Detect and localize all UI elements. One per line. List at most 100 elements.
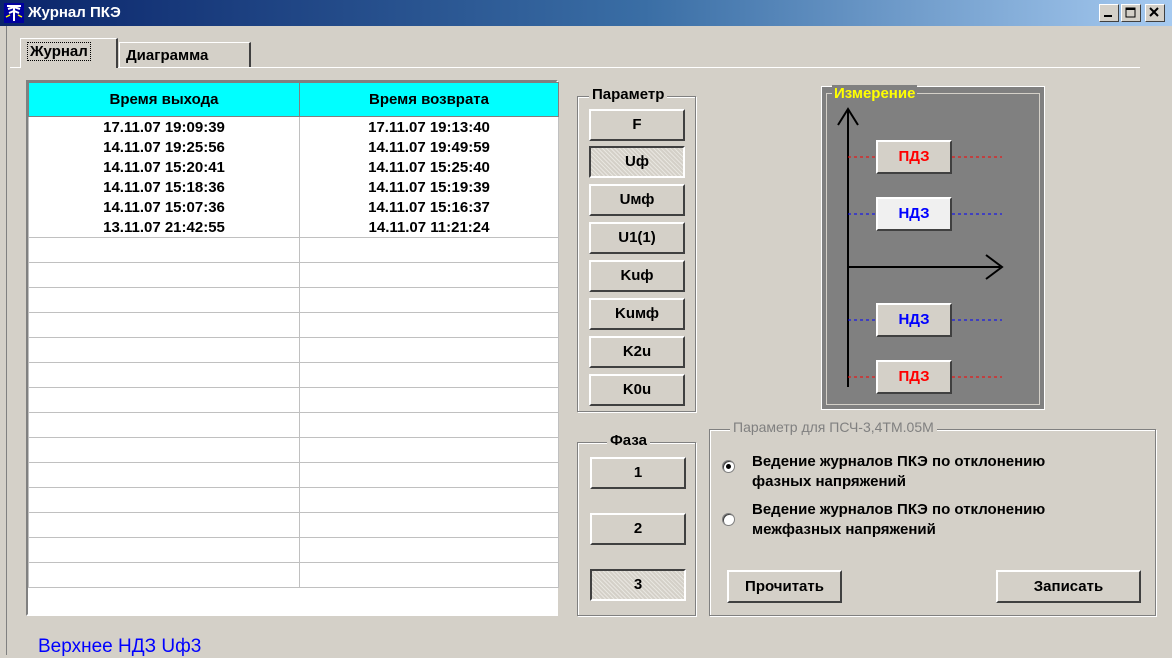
minimize-icon [1104,15,1112,17]
cell-exit-time [28,287,300,313]
cell-return-time [299,537,559,563]
param-button-1[interactable]: Uф [589,146,685,178]
cell-return-time [299,487,559,513]
tab-journal[interactable]: Журнал [20,38,118,68]
param-button-2[interactable]: Uмф [589,184,685,216]
table-row[interactable]: 13.11.07 21:42:55 14.11.07 11:21:24 [28,217,559,238]
cell-return-time: 14.11.07 15:16:37 [299,197,559,217]
cell-exit-time [28,537,300,563]
table-row-empty[interactable] [28,537,559,563]
table-row-empty[interactable] [28,312,559,338]
table-row[interactable]: 14.11.07 19:25:56 14.11.07 19:49:59 [28,137,559,157]
cell-exit-time [28,337,300,363]
minimize-button[interactable] [1099,4,1119,22]
cell-exit-time: 17.11.07 19:09:39 [28,116,300,137]
app-icon [4,3,24,23]
table-row-empty[interactable] [28,412,559,438]
parameter-group-label: Параметр [589,86,668,103]
window-left-edge [0,26,7,655]
close-icon [1149,7,1159,17]
table-row-empty[interactable] [28,237,559,263]
phase-button-3[interactable]: 3 [590,569,686,601]
param-button-3[interactable]: U1(1) [589,222,685,254]
cell-return-time [299,512,559,538]
col-header-return-time[interactable]: Время возврата [299,82,559,117]
read-button[interactable]: Прочитать [727,570,842,603]
table-row[interactable]: 14.11.07 15:07:36 14.11.07 15:16:37 [28,197,559,217]
tab-diagram[interactable]: Диаграмма [119,42,251,68]
tab-panel-border [10,67,1140,68]
cell-exit-time [28,437,300,463]
measurement-button-пдз[interactable]: ПДЗ [876,140,952,174]
cell-exit-time [28,487,300,513]
table-row-empty[interactable] [28,487,559,513]
cell-exit-time [28,387,300,413]
psch-group-label: Параметр для ПСЧ-3,4ТМ.05М [730,419,937,435]
table-row-empty[interactable] [28,437,559,463]
phase-button-2[interactable]: 2 [590,513,686,545]
cell-exit-time [28,362,300,388]
table-row[interactable]: 14.11.07 15:20:41 14.11.07 15:25:40 [28,157,559,177]
table-row-empty[interactable] [28,387,559,413]
cell-return-time [299,462,559,488]
radio-line-voltage-label[interactable]: Ведение журналов ПКЭ по отклонению межфа… [752,500,1045,540]
cell-exit-time [28,512,300,538]
table-row-empty[interactable] [28,562,559,588]
radio-line-voltage[interactable] [722,513,735,526]
cell-return-time [299,437,559,463]
radio-line-voltage-line2: межфазных напряжений [752,521,936,538]
cell-exit-time [28,262,300,288]
cell-return-time [299,387,559,413]
radio-line-voltage-line1: Ведение журналов ПКЭ по отклонению [752,501,1046,518]
radio-phase-voltage-line2: фазных напряжений [752,473,906,490]
tab-diagram-label: Диаграмма [126,47,209,64]
param-button-4[interactable]: Kuф [589,260,685,292]
cell-exit-time [28,237,300,263]
param-button-0[interactable]: F [589,109,685,141]
measurement-button-пдз[interactable]: ПДЗ [876,360,952,394]
param-button-7[interactable]: K0u [589,374,685,406]
measurement-button-ндз[interactable]: НДЗ [876,303,952,337]
cell-exit-time: 13.11.07 21:42:55 [28,217,300,238]
maximize-icon [1125,7,1136,18]
table-row-empty[interactable] [28,287,559,313]
journal-grid[interactable]: Время выхода Время возврата 17.11.07 19:… [26,80,559,616]
cell-return-time: 14.11.07 15:19:39 [299,177,559,197]
cell-exit-time [28,412,300,438]
table-row-empty[interactable] [28,337,559,363]
window-title: Журнал ПКЭ [28,4,121,21]
measurement-button-ндз[interactable]: НДЗ [876,197,952,231]
table-row-empty[interactable] [28,362,559,388]
cell-return-time [299,262,559,288]
close-button[interactable] [1145,4,1165,22]
radio-phase-voltage[interactable] [722,460,735,473]
param-button-5[interactable]: Kuмф [589,298,685,330]
cell-exit-time [28,462,300,488]
table-row-empty[interactable] [28,512,559,538]
cell-return-time [299,237,559,263]
col-header-exit-time[interactable]: Время выхода [28,82,300,117]
cell-exit-time: 14.11.07 19:25:56 [28,137,300,157]
cell-return-time [299,362,559,388]
table-row[interactable]: 14.11.07 15:18:36 14.11.07 15:19:39 [28,177,559,197]
cell-return-time: 14.11.07 19:49:59 [299,137,559,157]
cell-return-time: 17.11.07 19:13:40 [299,116,559,137]
write-button[interactable]: Записать [996,570,1141,603]
radio-phase-voltage-label[interactable]: Ведение журналов ПКЭ по отклонению фазны… [752,452,1045,492]
param-button-6[interactable]: K2u [589,336,685,368]
cell-exit-time: 14.11.07 15:20:41 [28,157,300,177]
phase-group-label: Фаза [607,432,650,449]
cell-return-time: 14.11.07 11:21:24 [299,217,559,238]
phase-button-1[interactable]: 1 [590,457,686,489]
journal-body: 17.11.07 19:09:39 17.11.07 19:13:40 14.11.… [28,116,559,588]
cell-exit-time: 14.11.07 15:18:36 [28,177,300,197]
cell-exit-time [28,562,300,588]
maximize-button[interactable] [1121,4,1141,22]
title-bar: Журнал ПКЭ [0,0,1172,26]
cell-return-time [299,287,559,313]
table-row-empty[interactable] [28,262,559,288]
table-row-empty[interactable] [28,462,559,488]
main-window: Журнал ПКЭ Журнал Диаграмма Время выхода… [0,0,1172,657]
table-row[interactable]: 17.11.07 19:09:39 17.11.07 19:13:40 [28,116,559,137]
measurement-panel: Измерение ПДЗ НДЗ НДЗ ПДЗ [821,85,1045,410]
